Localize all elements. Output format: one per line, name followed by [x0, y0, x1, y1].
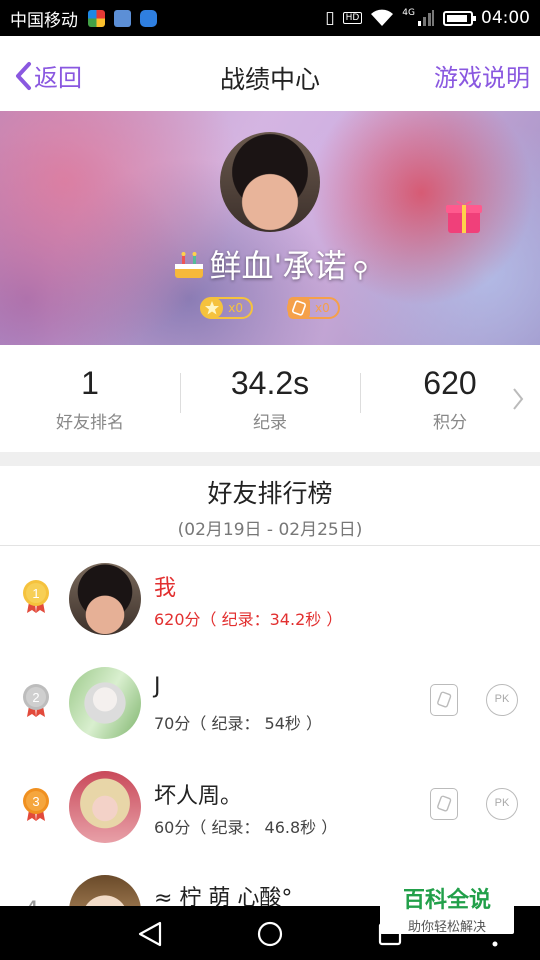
friend-name: 坏人周。 [154, 784, 243, 809]
medal-rank: 3 [32, 794, 39, 809]
friend-score: 60分（ 纪录： 46.8秒 ） [154, 818, 338, 837]
stat-record: 34.2s 纪录 [180, 365, 360, 433]
list-item[interactable]: 3 坏人周。 60分（ 纪录： 46.8秒 ） PK [0, 754, 540, 858]
title-bar: 返回 战绩中心 游戏说明 [0, 36, 540, 111]
avatar[interactable] [69, 771, 141, 843]
ranking-date-range: (02月19日 - 02月25日) [177, 520, 363, 540]
chevron-right-icon[interactable] [512, 387, 524, 411]
profile-banner: 鲜血'承诺 ⚲ x0 x0 [0, 111, 540, 345]
star-medal-icon [201, 297, 224, 319]
stat-label: 纪录 [253, 412, 287, 433]
status-bar: 中国移动 ▯ HD 4G 04:00 [0, 0, 540, 36]
watermark-subtitle: 助你轻松解决 [407, 920, 486, 935]
avatar[interactable] [69, 563, 141, 635]
network-type-label: 4G [402, 8, 415, 18]
nickname-text: 鲜血'承诺 [209, 247, 347, 285]
dice-button[interactable] [430, 788, 458, 820]
list-item[interactable]: 1 我 620分（ 纪录：34.2秒 ） [0, 546, 540, 650]
watermark-title: 百科全说 [402, 888, 491, 913]
star-badge-count: x0 [228, 301, 243, 315]
dice-badge: x0 [287, 297, 340, 319]
stat-label: 好友排名 [56, 412, 124, 433]
dice-icon [288, 297, 310, 319]
dice-badge-count: x0 [315, 301, 330, 315]
star-badge: x0 [200, 297, 253, 319]
badge-row: x0 x0 [0, 297, 540, 319]
stat-friend-rank: 1 好友排名 [0, 365, 180, 433]
stat-value: 1 [81, 364, 99, 401]
dice-icon [437, 691, 452, 708]
bronze-medal-icon: 3 [23, 788, 49, 821]
friend-name: 我 [154, 576, 177, 601]
back-label: 返回 [34, 64, 82, 92]
profile-avatar[interactable] [220, 132, 320, 232]
home-nav-icon[interactable] [256, 920, 284, 948]
friend-score: 620分（ 纪录：34.2秒 ） [154, 610, 343, 629]
list-item[interactable]: 2 J 70分（ 纪录： 54秒 ） PK [0, 650, 540, 754]
battery-icon [443, 10, 476, 26]
browser-notification-icon [88, 9, 105, 27]
chevron-left-icon [16, 61, 31, 90]
message-notification-icon [140, 9, 157, 27]
medal-rank: 1 [32, 586, 39, 601]
vibrate-icon: ▯ [325, 8, 335, 28]
watermark: 百科全说 助你轻松解决 [380, 878, 514, 935]
male-icon: ⚲ [352, 258, 369, 283]
stat-value: 34.2s [230, 364, 310, 401]
medal-rank: 2 [32, 690, 39, 705]
stat-label: 积分 [433, 412, 467, 433]
app-notification-icon [114, 9, 131, 27]
dice-button[interactable] [430, 684, 458, 716]
wifi-icon [371, 9, 394, 26]
carrier-label: 中国移动 [10, 10, 78, 31]
nickname: 鲜血'承诺 ⚲ [0, 241, 540, 287]
pk-button[interactable]: PK [486, 788, 518, 820]
friend-score: 70分（ 纪录： 54秒 ） [154, 714, 322, 733]
back-nav-icon[interactable] [136, 920, 164, 948]
hd-icon: HD [342, 12, 363, 24]
pk-button[interactable]: PK [486, 684, 518, 716]
dice-icon [437, 795, 452, 812]
stats-bar[interactable]: 1 好友排名 34.2s 纪录 620 积分 [0, 345, 540, 452]
friend-name: J [154, 674, 161, 699]
ranking-title: 好友排行榜 [207, 479, 333, 508]
signal-icon [418, 10, 434, 26]
game-instructions-link[interactable]: 游戏说明 [434, 58, 530, 93]
silver-medal-icon: 2 [23, 684, 49, 717]
back-button[interactable]: 返回 [14, 58, 82, 93]
avatar[interactable] [69, 667, 141, 739]
clock: 04:00 [481, 8, 530, 28]
gold-medal-icon: 1 [23, 580, 49, 613]
gift-icon[interactable] [444, 195, 484, 235]
birthday-cake-icon [174, 252, 203, 278]
section-divider [0, 452, 540, 466]
